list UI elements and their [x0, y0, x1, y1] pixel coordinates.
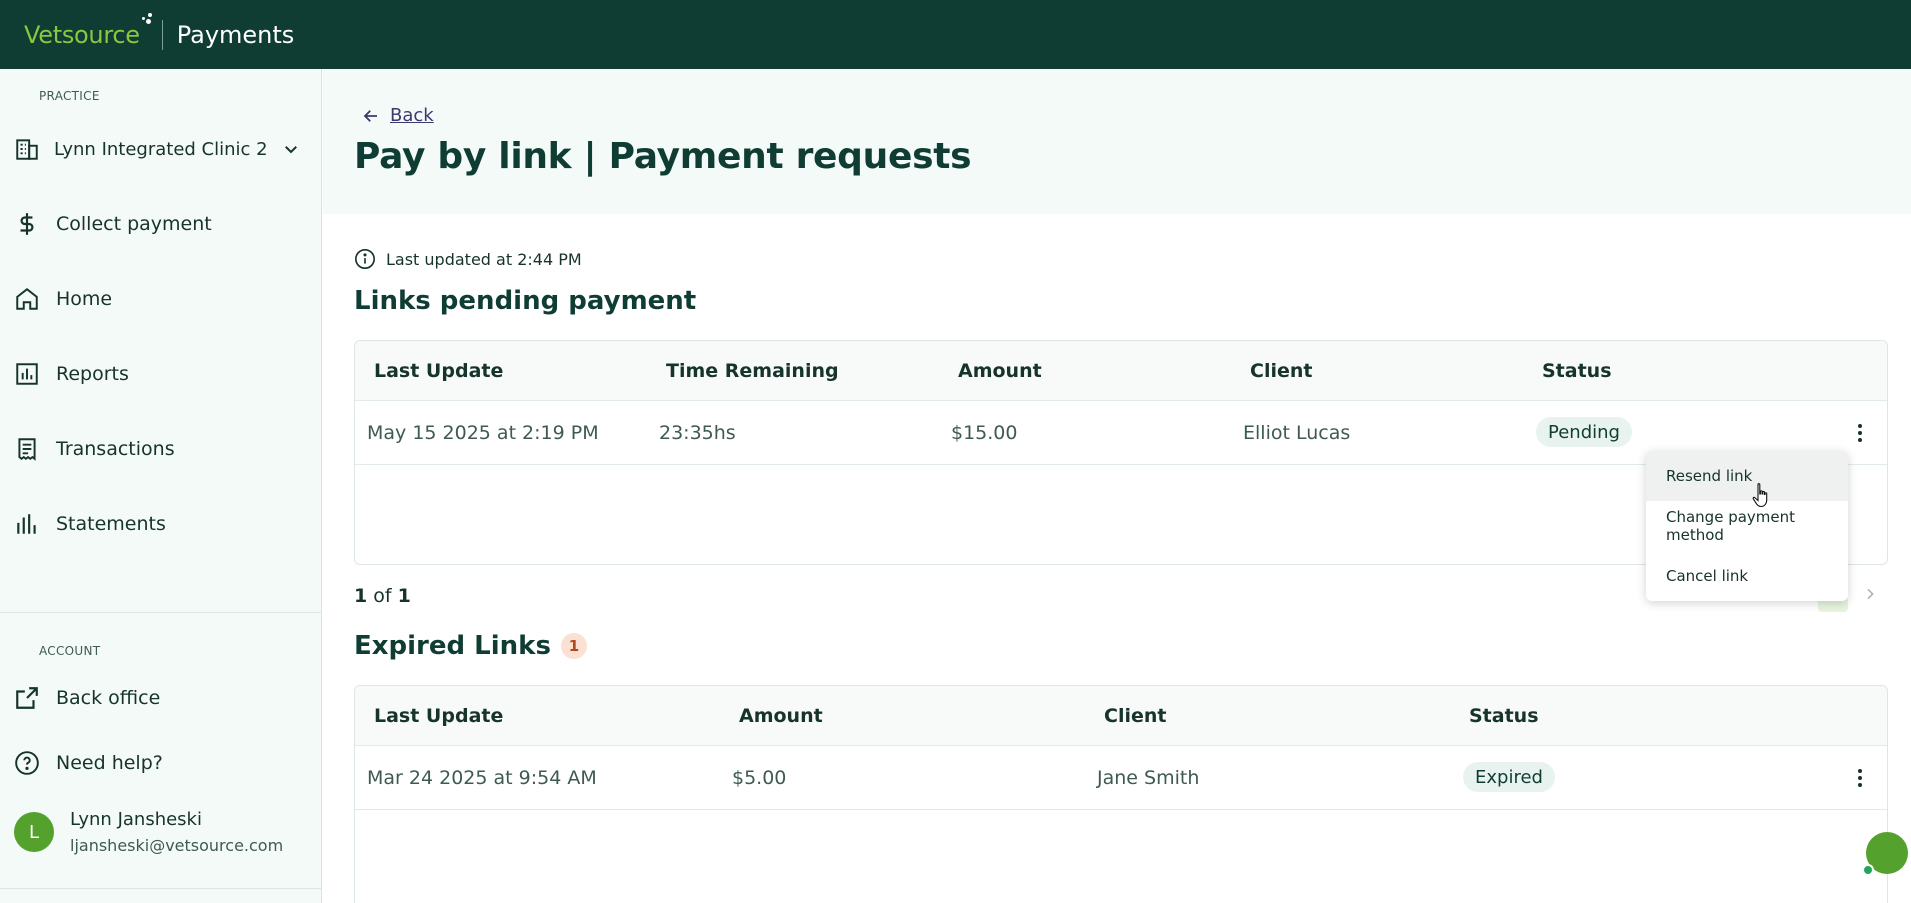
- chevron-down-icon: [285, 146, 297, 154]
- status-badge: Pending: [1536, 417, 1632, 447]
- expired-heading-text: Expired Links: [354, 631, 551, 661]
- top-bar: Vetsource Payments: [0, 0, 1911, 69]
- column-header[interactable]: Last Update: [374, 360, 503, 382]
- page-total: 1: [397, 585, 411, 607]
- user-email: ljansheski@vetsource.com: [70, 836, 284, 855]
- help-icon: [15, 751, 39, 775]
- cell-amount: $15.00: [951, 422, 1018, 444]
- nav-label: Reports: [56, 363, 129, 385]
- table-header: Last Update Amount Client Status: [355, 686, 1887, 746]
- info-icon: [355, 249, 375, 269]
- external-link-icon: [16, 687, 38, 709]
- expired-count-badge: 1: [560, 633, 587, 659]
- hand-cursor-icon: [1752, 483, 1768, 508]
- arrow-left-icon: [363, 109, 377, 122]
- menu-item-resend-link[interactable]: Resend link: [1646, 451, 1848, 501]
- nav-home[interactable]: Home: [14, 277, 310, 321]
- column-header[interactable]: Time Remaining: [666, 360, 839, 382]
- nav-label: Home: [56, 288, 113, 310]
- nav-label: Back office: [56, 687, 161, 709]
- nav-statements[interactable]: Statements: [14, 502, 310, 546]
- pagination-summary: 1 of 1: [354, 585, 411, 607]
- last-updated-text: Last updated at 2:44 PM: [386, 249, 582, 269]
- home-icon: [16, 288, 38, 310]
- expired-heading: Expired Links 1: [354, 631, 587, 661]
- row-actions-menu: Resend link Change payment method Cancel…: [1646, 451, 1848, 601]
- cell-client: Elliot Lucas: [1243, 422, 1351, 444]
- back-link[interactable]: Back: [362, 105, 434, 126]
- pending-heading-text: Links pending payment: [354, 286, 697, 316]
- nav-transactions[interactable]: Transactions: [14, 427, 310, 471]
- table-row[interactable]: Mar 24 2025 at 9:54 AM $5.00 Jane Smith …: [355, 746, 1887, 810]
- column-header[interactable]: Amount: [739, 705, 823, 727]
- page-title: Pay by link | Payment requests: [354, 136, 972, 177]
- logo-dots-icon: [140, 12, 154, 25]
- nav-reports[interactable]: Reports: [14, 352, 310, 396]
- avatar: L: [14, 812, 54, 852]
- cell-client: Jane Smith: [1097, 767, 1200, 789]
- statements-icon: [17, 514, 36, 534]
- pending-heading: Links pending payment: [354, 286, 696, 316]
- cell-last-update: May 15 2025 at 2:19 PM: [367, 422, 599, 444]
- nav-label: Collect payment: [56, 213, 212, 235]
- dollar-icon: [20, 213, 34, 235]
- app-title: Payments: [176, 20, 295, 49]
- user-name: Lynn Jansheski: [70, 809, 202, 830]
- building-icon: [16, 139, 38, 160]
- nav-label: Transactions: [56, 438, 175, 460]
- column-header[interactable]: Status: [1469, 705, 1539, 727]
- sidebar-divider: [0, 612, 322, 613]
- nav-need-help[interactable]: Need help?: [14, 741, 310, 785]
- table-header: Last Update Time Remaining Amount Client…: [355, 341, 1887, 401]
- back-label: Back: [390, 105, 434, 126]
- column-header[interactable]: Amount: [958, 360, 1042, 382]
- more-options-icon[interactable]: [1848, 766, 1872, 790]
- cell-time-remaining: 23:35hs: [659, 422, 736, 444]
- practice-selector[interactable]: Lynn Integrated Clinic 2: [14, 129, 310, 169]
- sidebar-bottom-divider: [0, 888, 322, 889]
- last-updated: Last updated at 2:44 PM: [354, 248, 582, 270]
- nav-back-office[interactable]: Back office: [14, 676, 310, 720]
- chat-status-dot: [1862, 864, 1874, 876]
- cell-amount: $5.00: [732, 767, 787, 789]
- chevron-right-icon[interactable]: [1862, 586, 1878, 602]
- menu-item-change-payment-method[interactable]: Change payment method: [1646, 501, 1848, 551]
- menu-item-cancel-link[interactable]: Cancel link: [1646, 551, 1848, 601]
- column-header[interactable]: Client: [1250, 360, 1312, 382]
- nav-collect-payment[interactable]: Collect payment: [14, 202, 310, 246]
- user-profile[interactable]: L Lynn Jansheski ljansheski@vetsource.co…: [14, 809, 283, 855]
- column-header[interactable]: Last Update: [374, 705, 503, 727]
- receipt-icon: [18, 438, 36, 461]
- sidebar: PRACTICE Lynn Integrated Clinic 2 Collec…: [0, 69, 322, 903]
- page-of: of: [373, 585, 392, 607]
- header-divider: [161, 19, 163, 50]
- bar-chart-icon: [16, 363, 38, 385]
- practice-section-label: PRACTICE: [39, 89, 100, 103]
- more-options-icon[interactable]: [1848, 421, 1872, 445]
- expired-table: Last Update Amount Client Status Mar 24 …: [354, 685, 1888, 903]
- column-header[interactable]: Status: [1542, 360, 1612, 382]
- practice-name: Lynn Integrated Clinic 2: [54, 138, 268, 160]
- page-current: 1: [354, 585, 368, 607]
- brand-name: Vetsource: [24, 20, 140, 49]
- nav-label: Statements: [56, 513, 166, 535]
- cell-last-update: Mar 24 2025 at 9:54 AM: [367, 767, 597, 789]
- vetsource-logo[interactable]: Vetsource: [24, 12, 152, 49]
- column-header[interactable]: Client: [1104, 705, 1166, 727]
- account-section-label: ACCOUNT: [39, 644, 101, 658]
- status-badge: Expired: [1463, 762, 1555, 792]
- nav-label: Need help?: [56, 752, 163, 774]
